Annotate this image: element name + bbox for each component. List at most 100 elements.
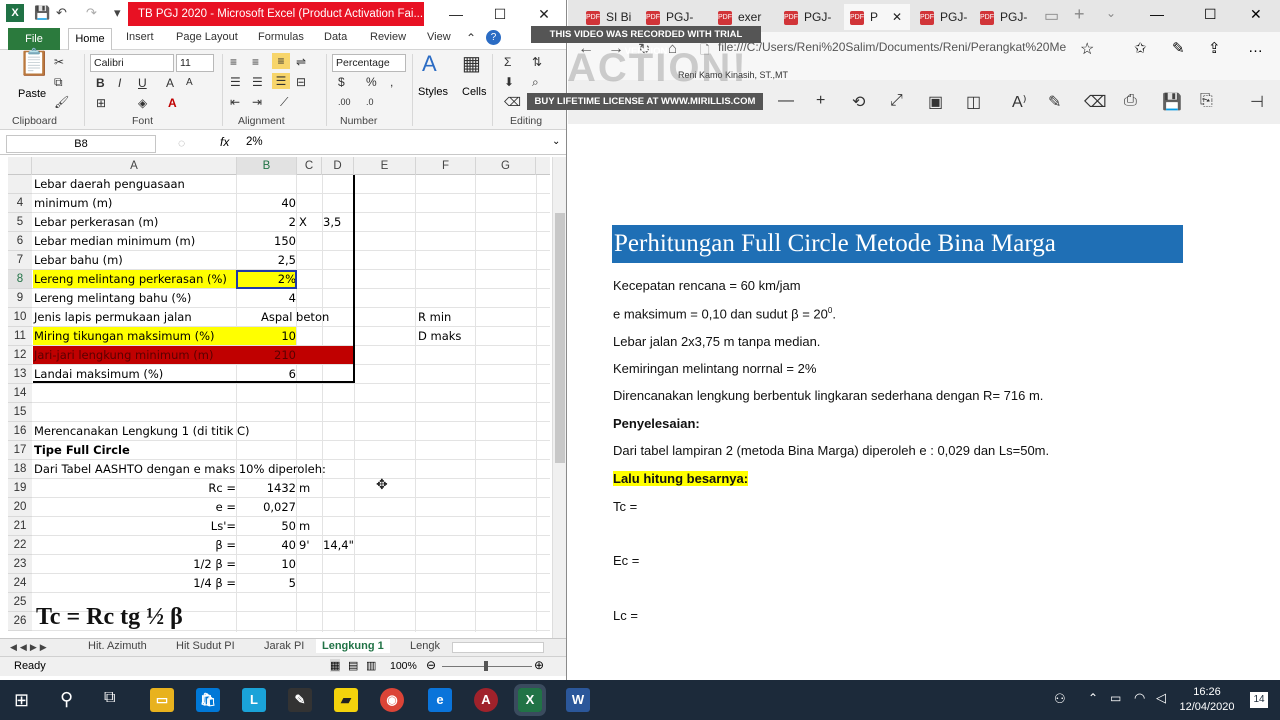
page-layout-view-icon[interactable]: ▤ bbox=[348, 659, 358, 672]
draw-icon[interactable]: ✎ bbox=[1048, 92, 1061, 112]
row-header[interactable]: 7 bbox=[8, 251, 32, 270]
cell-f[interactable]: R min bbox=[418, 308, 451, 327]
wifi-icon[interactable]: ◠ bbox=[1134, 690, 1145, 706]
cell-f[interactable]: D maks bbox=[418, 327, 461, 346]
zoom-level[interactable]: 100% bbox=[390, 660, 417, 672]
more-icon[interactable]: … bbox=[1248, 39, 1263, 56]
cell-b[interactable]: 10 bbox=[237, 555, 296, 574]
cell-c[interactable]: m bbox=[299, 479, 310, 498]
row-header[interactable]: 12 bbox=[8, 346, 32, 365]
recorder-icon[interactable]: A bbox=[474, 688, 498, 712]
zoom-in-icon[interactable]: ⊕ bbox=[534, 658, 544, 672]
row-header[interactable]: 6 bbox=[8, 232, 32, 251]
notification-badge[interactable]: 14 bbox=[1250, 692, 1268, 708]
save-as-icon[interactable]: ⎘ bbox=[1200, 92, 1213, 110]
cell-a[interactable]: Rc = bbox=[34, 479, 236, 498]
app-l-icon[interactable]: L bbox=[242, 688, 266, 712]
tab-list-icon[interactable]: ⌄ bbox=[1106, 6, 1116, 20]
row-header[interactable]: 25 bbox=[8, 593, 32, 612]
print-icon[interactable]: ⎙ bbox=[1124, 92, 1137, 110]
read-aloud-icon[interactable]: A⁾ bbox=[1012, 92, 1027, 112]
row-header[interactable]: 17 bbox=[8, 441, 32, 460]
cell-a[interactable]: 1/4 β = bbox=[34, 574, 236, 593]
row-header[interactable]: 10 bbox=[8, 308, 32, 327]
row-header[interactable] bbox=[8, 175, 32, 194]
scroll-thumb[interactable] bbox=[555, 213, 565, 463]
maximize-button[interactable]: ☐ bbox=[1204, 6, 1217, 23]
browser-tab[interactable]: PDF PGJ- bbox=[784, 4, 838, 30]
pin-toolbar-icon[interactable]: ⊣ bbox=[1250, 92, 1264, 112]
page-break-view-icon[interactable]: ▥ bbox=[366, 659, 376, 672]
row-header[interactable]: 9 bbox=[8, 289, 32, 308]
row-header[interactable]: 18 bbox=[8, 460, 32, 479]
cell-c[interactable]: m bbox=[299, 517, 310, 536]
cell-d[interactable]: 14,4" bbox=[323, 536, 354, 555]
sheet-tab[interactable]: Jarak PI bbox=[264, 640, 304, 652]
tab-actions-icon[interactable]: ▭ bbox=[1044, 6, 1059, 26]
edge-icon[interactable]: e bbox=[428, 688, 452, 712]
sticky-app-icon[interactable]: ▰ bbox=[334, 688, 358, 712]
worksheet-grid[interactable]: Lebar daerah penguasaan 4 minimum (m) 40 5 Le… bbox=[0, 0, 566, 680]
sheet-tab[interactable]: Hit Sudut PI bbox=[176, 640, 235, 652]
zoom-out-icon[interactable]: — bbox=[778, 92, 794, 110]
cell-a[interactable]: Dari Tabel AASHTO dengan e maks 10% dipe… bbox=[34, 460, 326, 479]
row-header[interactable]: 24 bbox=[8, 574, 32, 593]
full-screen-icon[interactable]: ▣ bbox=[928, 92, 943, 112]
cell-a[interactable]: β = bbox=[34, 536, 236, 555]
selected-cell-b8[interactable] bbox=[236, 270, 297, 289]
cell-a[interactable]: 1/2 β = bbox=[34, 555, 236, 574]
row-header[interactable]: 26 bbox=[8, 612, 32, 631]
row-header[interactable]: 21 bbox=[8, 517, 32, 536]
page-view-icon[interactable]: ◫ bbox=[966, 92, 981, 112]
clock[interactable]: 16:26 12/04/2020 bbox=[1178, 685, 1236, 715]
word-taskbar-icon[interactable]: W bbox=[566, 688, 590, 712]
tray-arrow-icon[interactable]: ⌃ bbox=[1088, 691, 1098, 705]
row-header[interactable]: 11 bbox=[8, 327, 32, 346]
fit-page-icon[interactable]: ⤢ bbox=[890, 92, 903, 110]
file-explorer-icon[interactable]: ▭ bbox=[150, 688, 174, 712]
rotate-icon[interactable]: ⟲ bbox=[852, 92, 865, 112]
browser-tab[interactable]: PDF PGJ- bbox=[980, 4, 1034, 30]
cell-a[interactable]: Merencanakan Lengkung 1 (di titik C) bbox=[34, 422, 250, 441]
sheet-tab[interactable]: Hit. Azimuth bbox=[88, 640, 147, 652]
row-header[interactable]: 19 bbox=[8, 479, 32, 498]
normal-view-icon[interactable]: ▦ bbox=[330, 659, 341, 672]
row-header[interactable]: 23 bbox=[8, 555, 32, 574]
share-icon[interactable]: ⇪ bbox=[1208, 39, 1221, 57]
cell-b[interactable]: 0,027 bbox=[237, 498, 296, 517]
close-button[interactable]: ✕ bbox=[1250, 6, 1262, 23]
task-view-icon[interactable]: ⧉ bbox=[104, 689, 115, 707]
people-icon[interactable]: ⚇ bbox=[1054, 691, 1066, 707]
volume-icon[interactable]: ◁ bbox=[1156, 690, 1166, 706]
horizontal-scrollbar[interactable] bbox=[452, 642, 544, 653]
favorites-icon[interactable]: ✩ bbox=[1134, 39, 1147, 57]
row-header[interactable]: 8 bbox=[8, 270, 32, 289]
zoom-slider-thumb[interactable] bbox=[484, 661, 488, 671]
excel-taskbar-icon[interactable]: X bbox=[514, 684, 546, 716]
cell-b[interactable]: 5 bbox=[237, 574, 296, 593]
row-header[interactable]: 20 bbox=[8, 498, 32, 517]
pen-icon[interactable]: ✎ bbox=[1172, 39, 1185, 57]
row-header[interactable]: 5 bbox=[8, 213, 32, 232]
row-header[interactable]: 13 bbox=[8, 365, 32, 384]
cell-a[interactable]: e = bbox=[34, 498, 236, 517]
sheet-nav-arrows-icon[interactable]: ◀◀▶▶ bbox=[10, 642, 50, 653]
sheet-tab[interactable]: Lengk bbox=[410, 640, 440, 652]
browser-tab-active[interactable]: PDF P ✕ bbox=[844, 4, 910, 30]
cell-b[interactable]: 50 bbox=[237, 517, 296, 536]
search-icon[interactable]: ⚲ bbox=[60, 689, 73, 710]
erase-icon[interactable]: ⌫ bbox=[1084, 92, 1107, 112]
zoom-out-icon[interactable]: ⊖ bbox=[426, 658, 436, 672]
app-pen-icon[interactable]: ✎ bbox=[288, 688, 312, 712]
zoom-in-icon[interactable]: + bbox=[816, 92, 825, 110]
minimize-button[interactable]: — bbox=[1150, 6, 1164, 22]
cell-a[interactable]: Ls'= bbox=[34, 517, 236, 536]
close-tab-icon[interactable]: ✕ bbox=[892, 10, 902, 24]
row-header[interactable]: 14 bbox=[8, 384, 32, 403]
save-icon[interactable]: 💾 bbox=[1162, 92, 1182, 112]
new-tab-icon[interactable]: + bbox=[1074, 4, 1085, 25]
row-header[interactable]: 4 bbox=[8, 194, 32, 213]
vertical-scrollbar[interactable] bbox=[552, 157, 566, 638]
cell-c[interactable]: 9' bbox=[299, 536, 309, 555]
start-icon[interactable]: ⊞ bbox=[14, 690, 29, 711]
